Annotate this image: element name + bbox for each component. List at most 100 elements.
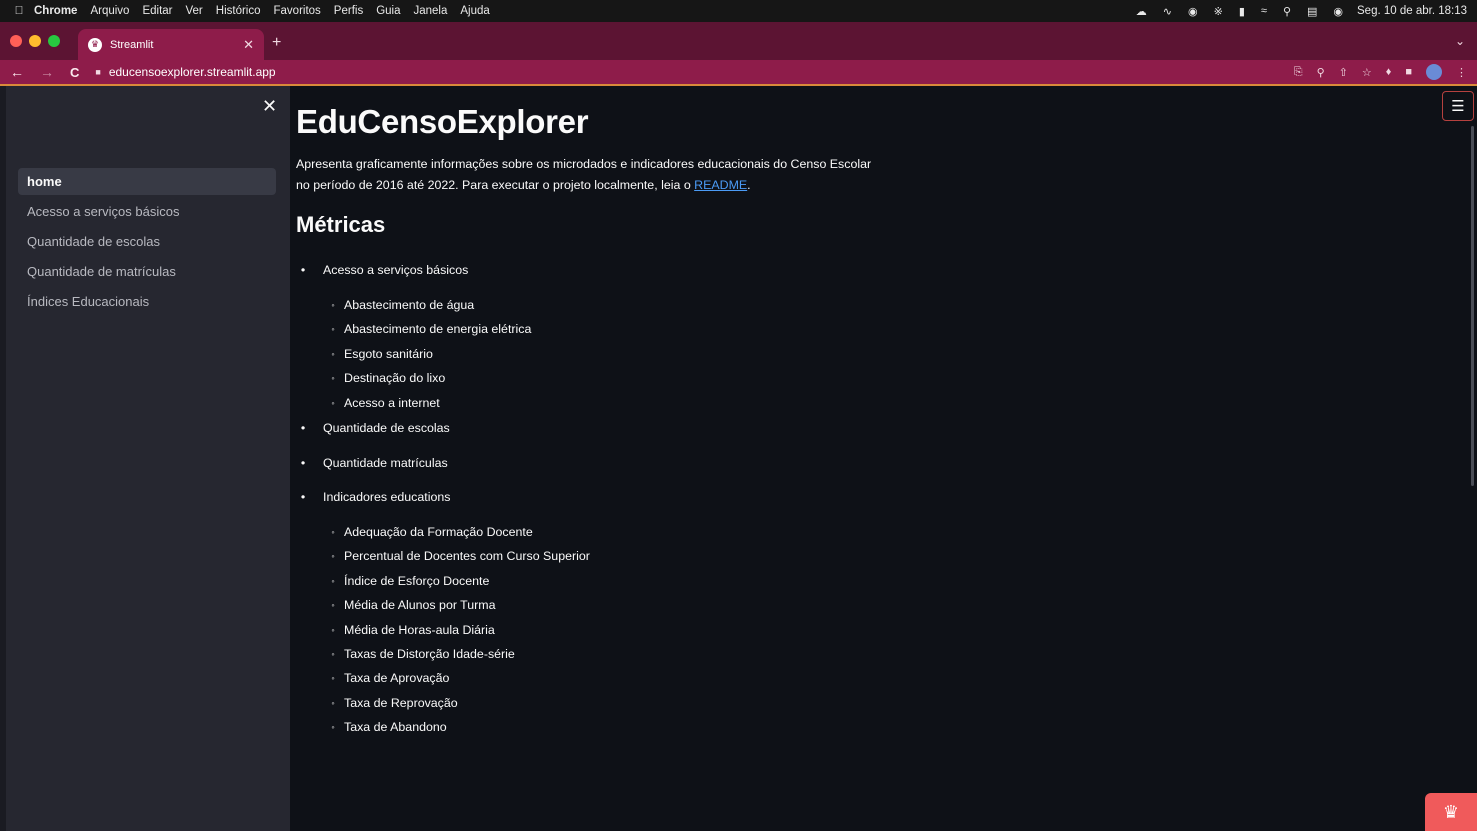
sidebar-item-indices-educacionais[interactable]: Índices Educacionais	[18, 288, 276, 315]
macos-menu-bar:  Chrome Arquivo Editar Ver Histórico Fa…	[0, 0, 1477, 22]
battery-icon[interactable]: ▮	[1239, 5, 1245, 18]
circle-bullet-icon: ◦	[331, 324, 335, 334]
circle-bullet-icon: ◦	[331, 673, 335, 683]
profile-avatar[interactable]	[1426, 64, 1442, 80]
close-icon[interactable]: ✕	[262, 96, 277, 117]
circle-bullet-icon: ◦	[331, 349, 335, 359]
kebab-menu-icon[interactable]: ⋮	[1456, 66, 1467, 79]
metric-label: Acesso a serviços básicos	[323, 263, 469, 277]
menu-favoritos[interactable]: Favoritos	[274, 5, 321, 17]
sub-metric-label: Taxas de Distorção Idade-série	[344, 647, 515, 661]
page-content: EduCensoExplorer Apresenta graficamente …	[296, 100, 916, 241]
tab-title: Streamlit	[110, 38, 154, 51]
sub-metric-label: Acesso a internet	[344, 396, 440, 410]
side-panel-icon[interactable]: ■	[1405, 66, 1412, 78]
vpn-icon[interactable]: ◉	[1188, 5, 1198, 18]
wifi-icon[interactable]: ≈	[1261, 5, 1267, 17]
sub-metric-label: Adequação da Formação Docente	[344, 525, 533, 539]
sidebar-nav: home Acesso a serviços básicos Quantidad…	[18, 168, 276, 318]
menu-bar-clock[interactable]: Seg. 10 de abr. 18:13	[1357, 5, 1467, 17]
menu-janela[interactable]: Janela	[414, 5, 448, 17]
intro-line-2: no período de 2016 até 2022. Para execut…	[296, 178, 695, 192]
metric-label: Quantidade de escolas	[323, 421, 450, 435]
sidebar-item-acesso-servicos[interactable]: Acesso a serviços básicos	[18, 198, 276, 225]
streamlit-sidebar: ✕ home Acesso a serviços básicos Quantid…	[6, 86, 290, 831]
menu-bar-status-area: ☁ ∿ ◉ ※ ▮ ≈ ⚲ ▤ ◉ Seg. 10 de abr. 18:13	[1120, 0, 1467, 22]
new-tab-icon[interactable]: +	[272, 35, 281, 51]
circle-bullet-icon: ◦	[331, 625, 335, 635]
section-title-metricas: Métricas	[296, 212, 386, 237]
bullet-icon: •	[300, 421, 306, 435]
metric-label: Quantidade matrículas	[323, 456, 448, 470]
circle-bullet-icon: ◦	[331, 600, 335, 610]
sub-metric-label: Taxa de Reprovação	[344, 696, 458, 710]
address-bar[interactable]: ■ educensoexplorer.streamlit.app	[95, 65, 275, 79]
back-arrow-icon[interactable]: ←	[10, 64, 24, 80]
circle-bullet-icon: ◦	[331, 576, 335, 586]
control-center-icon[interactable]: ▤	[1307, 5, 1317, 18]
intro-line-1: Apresenta graficamente informações sobre…	[296, 157, 872, 171]
circle-bullet-icon: ◦	[331, 373, 335, 383]
window-close-button[interactable]	[10, 35, 22, 47]
spotlight-search-icon[interactable]: ⚲	[1283, 5, 1291, 18]
forward-arrow-icon[interactable]: →	[40, 64, 54, 80]
sub-metric-label: Destinação do lixo	[344, 371, 446, 385]
window-zoom-button[interactable]	[48, 35, 60, 47]
activity-icon[interactable]: ∿	[1163, 5, 1172, 18]
intro-paragraph: Apresenta graficamente informações sobre…	[296, 154, 916, 196]
streamlit-crown-icon[interactable]: ♛	[1425, 793, 1477, 831]
sidebar-item-quantidade-escolas[interactable]: Quantidade de escolas	[18, 228, 276, 255]
tab-close-icon[interactable]: ✕	[243, 37, 254, 53]
circle-bullet-icon: ◦	[331, 698, 335, 708]
sub-metric-label: Taxa de Abandono	[344, 720, 447, 734]
extensions-puzzle-icon[interactable]: ♦	[1386, 66, 1392, 78]
menu-historico[interactable]: Histórico	[216, 5, 261, 17]
menu-guia[interactable]: Guia	[376, 5, 400, 17]
window-minimize-button[interactable]	[29, 35, 41, 47]
sub-metric-label: Abastecimento de água	[344, 298, 475, 312]
circle-bullet-icon: ◦	[331, 300, 335, 310]
creative-cloud-icon[interactable]: ☁	[1136, 5, 1147, 18]
circle-bullet-icon: ◦	[331, 527, 335, 537]
apple-icon[interactable]: 	[12, 5, 26, 17]
lock-icon[interactable]: ■	[95, 67, 100, 77]
reload-icon[interactable]: C	[70, 65, 79, 80]
sidebar-item-home[interactable]: home	[18, 168, 276, 195]
readme-link[interactable]: README	[694, 178, 747, 192]
sub-metric-label: Média de Horas-aula Diária	[344, 623, 495, 637]
sub-metric-label: Abastecimento de energia elétrica	[344, 322, 532, 336]
install-app-icon[interactable]: ⎘	[1294, 66, 1303, 79]
circle-bullet-icon: ◦	[331, 398, 335, 408]
bookmark-star-icon[interactable]: ☆	[1362, 66, 1372, 79]
metric-label: Indicadores educations	[323, 490, 451, 504]
menu-perfis[interactable]: Perfis	[334, 5, 363, 17]
circle-bullet-icon: ◦	[331, 551, 335, 561]
menu-arquivo[interactable]: Arquivo	[90, 5, 129, 17]
menu-ver[interactable]: Ver	[186, 5, 203, 17]
siri-icon[interactable]: ◉	[1333, 5, 1343, 18]
browser-toolbar: ← → C ■ educensoexplorer.streamlit.app ⎘…	[0, 60, 1477, 84]
page-title: EduCensoExplorer	[296, 103, 589, 140]
circle-bullet-icon: ◦	[331, 649, 335, 659]
hamburger-menu-icon[interactable]: ☰	[1442, 91, 1474, 121]
browser-tab-streamlit[interactable]: ♛ Streamlit ✕	[78, 29, 264, 60]
address-url[interactable]: educensoexplorer.streamlit.app	[109, 65, 276, 79]
sidebar-item-quantidade-matriculas[interactable]: Quantidade de matrículas	[18, 258, 276, 285]
browser-tab-strip: ♛ Streamlit ✕ + ⌄	[0, 22, 1477, 60]
sub-metric-label: Média de Alunos por Turma	[344, 598, 496, 612]
streamlit-favicon-icon: ♛	[88, 37, 102, 52]
share-icon[interactable]: ⇧	[1339, 66, 1348, 79]
menu-editar[interactable]: Editar	[142, 5, 172, 17]
sub-metric-label: Taxa de Aprovação	[344, 671, 450, 685]
bullet-icon: •	[300, 490, 306, 504]
sub-metric-label: Percentual de Docentes com Curso Superio…	[344, 549, 590, 563]
bluetooth-icon[interactable]: ※	[1214, 5, 1223, 18]
window-controls	[10, 35, 67, 47]
zoom-icon[interactable]: ⚲	[1317, 66, 1325, 79]
menu-app-chrome[interactable]: Chrome	[34, 5, 77, 17]
menu-ajuda[interactable]: Ajuda	[460, 5, 489, 17]
page-scrollbar[interactable]	[1471, 126, 1474, 486]
bullet-icon: •	[300, 263, 306, 277]
sub-metric-label: Esgoto sanitário	[344, 347, 433, 361]
tab-search-chevron-icon[interactable]: ⌄	[1455, 34, 1465, 48]
